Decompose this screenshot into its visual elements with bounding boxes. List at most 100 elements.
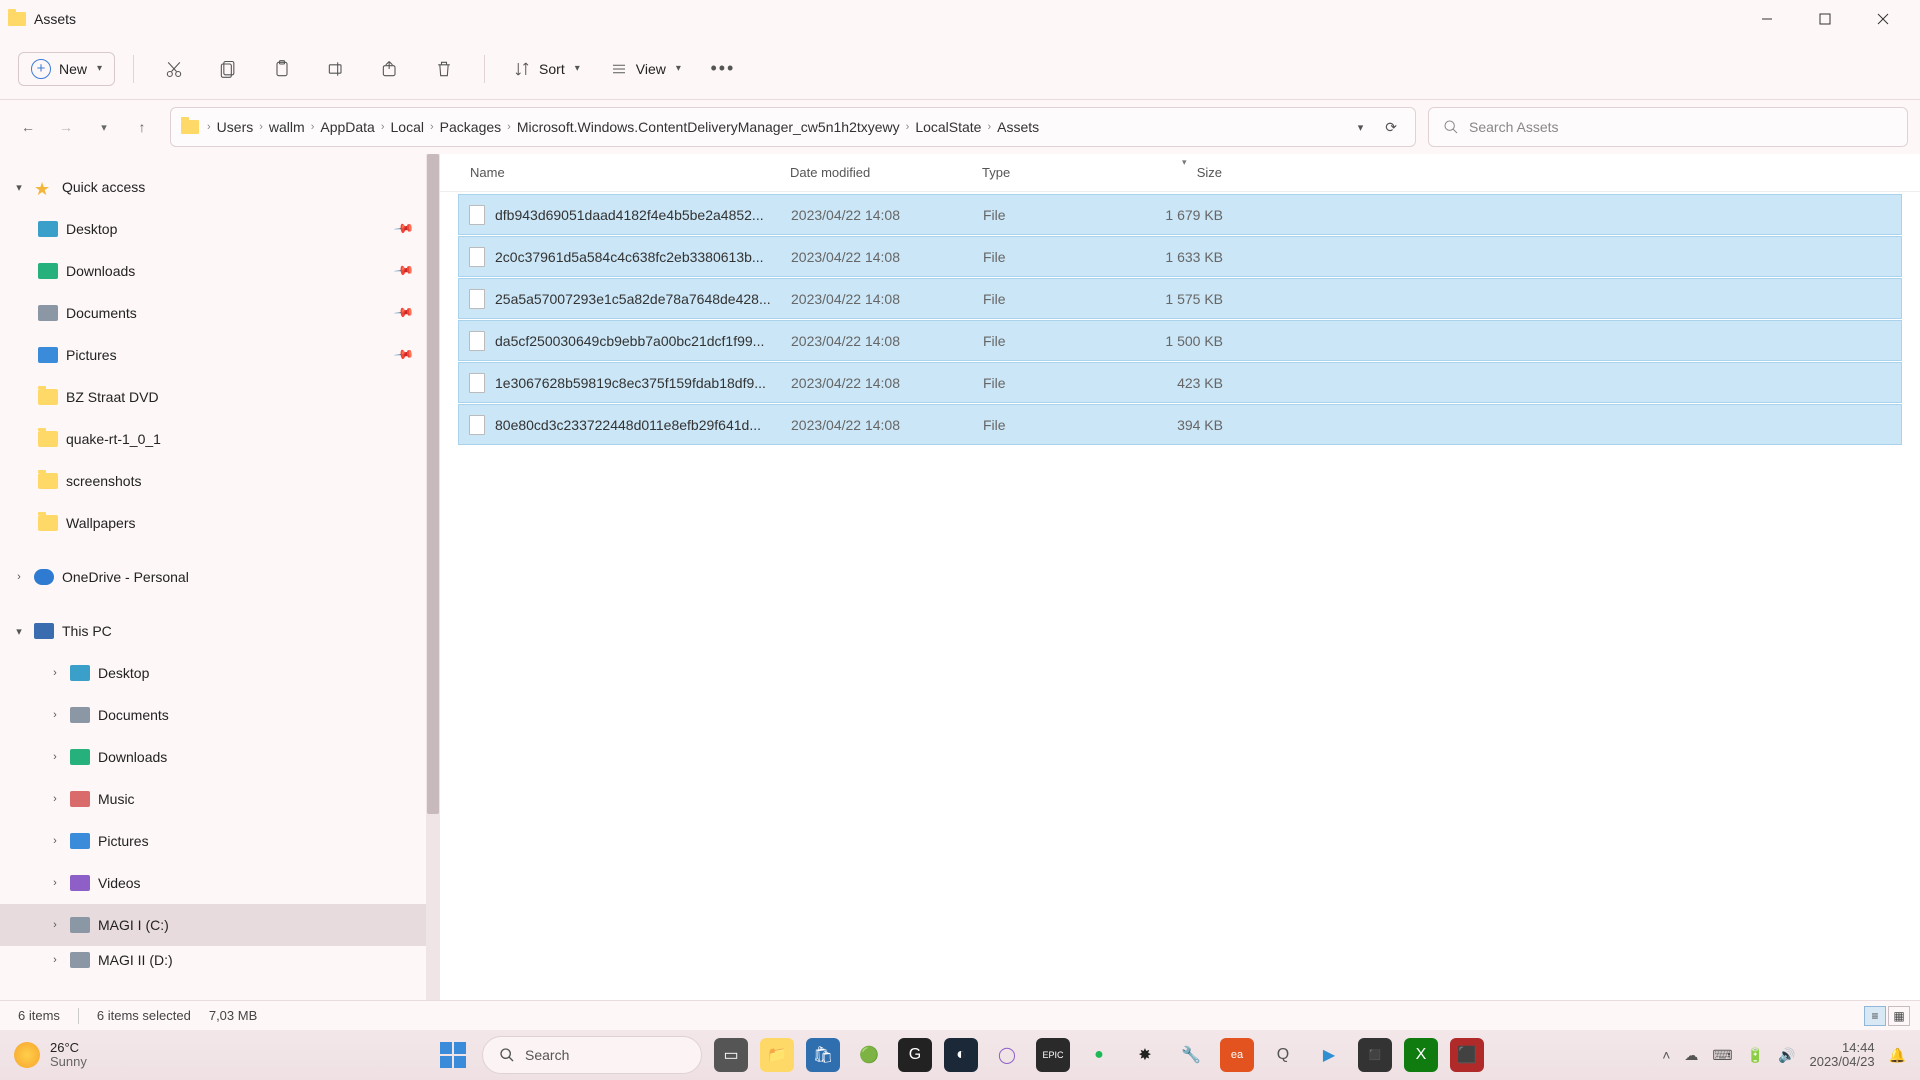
back-button[interactable]: ← — [18, 119, 38, 135]
history-button[interactable]: ▾ — [94, 121, 114, 134]
sidebar-item-folder[interactable]: quake-rt-1_0_1 — [0, 418, 440, 460]
file-row[interactable]: 2c0c37961d5a584c4c638fc2eb3380613b...202… — [458, 236, 1902, 277]
app-button[interactable]: ✸ — [1128, 1038, 1162, 1072]
chrome-button[interactable]: 🟢 — [852, 1038, 886, 1072]
sidebar-item-pictures[interactable]: Pictures📌 — [0, 334, 440, 376]
spotify-button[interactable]: ● — [1082, 1038, 1116, 1072]
chevron-right-icon[interactable]: › — [48, 709, 62, 721]
start-button[interactable] — [436, 1038, 470, 1072]
chevron-right-icon[interactable]: › — [48, 793, 62, 805]
app-button[interactable]: Q — [1266, 1038, 1300, 1072]
ms-store-button[interactable]: 🛍 — [806, 1038, 840, 1072]
sidebar-onedrive[interactable]: › OneDrive - Personal — [0, 556, 440, 598]
taskbar-search[interactable]: Search — [482, 1036, 702, 1074]
search-box[interactable]: Search Assets — [1428, 107, 1908, 147]
col-size[interactable]: ▾Size — [1132, 165, 1232, 180]
sidebar-pc-desktop[interactable]: ›Desktop — [0, 652, 440, 694]
file-row[interactable]: 80e80cd3c233722448d011e8efb29f641d...202… — [458, 404, 1902, 445]
sidebar-item-folder[interactable]: BZ Straat DVD — [0, 376, 440, 418]
cut-button[interactable] — [152, 49, 196, 89]
breadcrumb[interactable]: Assets — [997, 119, 1039, 135]
minimize-button[interactable] — [1738, 0, 1796, 38]
view-button[interactable]: View ▾ — [600, 54, 691, 84]
breadcrumb[interactable]: Packages — [440, 119, 501, 135]
sidebar-pc-documents[interactable]: ›Documents — [0, 694, 440, 736]
file-row[interactable]: dfb943d69051daad4182f4e4b5be2a4852...202… — [458, 194, 1902, 235]
chevron-right-icon[interactable]: › — [48, 919, 62, 931]
share-button[interactable] — [368, 49, 412, 89]
sidebar-pc-drive-c[interactable]: ›MAGI I (C:) — [0, 904, 440, 946]
details-view-button[interactable]: ≡ — [1864, 1006, 1886, 1026]
sidebar-item-folder[interactable]: screenshots — [0, 460, 440, 502]
chevron-right-icon[interactable]: › — [12, 571, 26, 583]
thumbnails-view-button[interactable]: ▦ — [1888, 1006, 1910, 1026]
app-button[interactable]: ▶ — [1312, 1038, 1346, 1072]
onedrive-tray-icon[interactable]: ☁ — [1684, 1047, 1698, 1064]
chevron-down-icon[interactable]: ▾ — [12, 181, 26, 194]
task-view-button[interactable]: ▭ — [714, 1038, 748, 1072]
file-row[interactable]: da5cf250030649cb9ebb7a00bc21dcf1f99...20… — [458, 320, 1902, 361]
epic-button[interactable]: EPIC — [1036, 1038, 1070, 1072]
app-button[interactable]: ⬛ — [1358, 1038, 1392, 1072]
up-button[interactable]: ↑ — [132, 119, 152, 135]
app-button[interactable]: ⬛ — [1450, 1038, 1484, 1072]
forward-button[interactable]: → — [56, 119, 76, 135]
chevron-right-icon[interactable]: › — [48, 751, 62, 763]
breadcrumb[interactable]: LocalState — [915, 119, 981, 135]
ea-button[interactable]: ea — [1220, 1038, 1254, 1072]
breadcrumb[interactable]: Microsoft.Windows.ContentDeliveryManager… — [517, 119, 900, 135]
chevron-right-icon[interactable]: › — [48, 877, 62, 889]
address-dropdown[interactable]: ▾ — [1350, 121, 1372, 134]
address-bar[interactable]: › Users › wallm › AppData › Local › Pack… — [170, 107, 1416, 147]
close-button[interactable] — [1854, 0, 1912, 38]
weather-widget[interactable]: 26°C Sunny — [14, 1041, 87, 1070]
xbox-button[interactable]: X — [1404, 1038, 1438, 1072]
rename-button[interactable] — [314, 49, 358, 89]
new-button[interactable]: + New ▾ — [18, 52, 115, 86]
sidebar-item-documents[interactable]: Documents📌 — [0, 292, 440, 334]
tray-overflow[interactable]: ˄ — [1662, 1047, 1670, 1063]
breadcrumb[interactable]: AppData — [320, 119, 374, 135]
sidebar-item-desktop[interactable]: Desktop📌 — [0, 208, 440, 250]
maximize-button[interactable] — [1796, 0, 1854, 38]
file-explorer-button[interactable]: 📁 — [760, 1038, 794, 1072]
sidebar-item-downloads[interactable]: Downloads📌 — [0, 250, 440, 292]
clock[interactable]: 14:44 2023/04/23 — [1809, 1041, 1874, 1070]
keyboard-tray-icon[interactable]: ⌨ — [1712, 1047, 1732, 1064]
chevron-right-icon[interactable]: › — [48, 835, 62, 847]
scrollbar-thumb[interactable] — [427, 154, 439, 814]
steam-button[interactable]: ◐ — [944, 1038, 978, 1072]
sidebar-item-folder[interactable]: Wallpapers — [0, 502, 440, 544]
col-date[interactable]: Date modified — [780, 165, 972, 180]
sidebar-pc-videos[interactable]: ›Videos — [0, 862, 440, 904]
sidebar-quick-access[interactable]: ▾ ★ Quick access — [0, 166, 440, 208]
col-type[interactable]: Type — [972, 165, 1132, 180]
chevron-down-icon[interactable]: ▾ — [12, 625, 26, 638]
sidebar-pc-downloads[interactable]: ›Downloads — [0, 736, 440, 778]
breadcrumb[interactable]: Local — [391, 119, 424, 135]
notifications-button[interactable]: 🔔 — [1889, 1047, 1906, 1064]
volume-tray-icon[interactable]: 🔊 — [1778, 1047, 1795, 1064]
paste-button[interactable] — [260, 49, 304, 89]
delete-button[interactable] — [422, 49, 466, 89]
file-row[interactable]: 25a5a57007293e1c5a82de78a7648de428...202… — [458, 278, 1902, 319]
chevron-right-icon[interactable]: › — [48, 667, 62, 679]
app-button[interactable]: 🔧 — [1174, 1038, 1208, 1072]
sidebar-pc-music[interactable]: ›Music — [0, 778, 440, 820]
file-row[interactable]: 1e3067628b59819c8ec375f159fdab18df9...20… — [458, 362, 1902, 403]
breadcrumb[interactable]: wallm — [269, 119, 305, 135]
app-button[interactable]: G — [898, 1038, 932, 1072]
chevron-right-icon[interactable]: › — [48, 954, 62, 966]
sidebar-pc-drive-d[interactable]: ›MAGI II (D:) — [0, 946, 440, 974]
app-button[interactable]: ◯ — [990, 1038, 1024, 1072]
sidebar-scrollbar[interactable] — [426, 154, 440, 1000]
battery-tray-icon[interactable]: 🔋 — [1747, 1047, 1764, 1064]
sidebar-pc-pictures[interactable]: ›Pictures — [0, 820, 440, 862]
sort-button[interactable]: Sort ▾ — [503, 54, 590, 84]
more-button[interactable]: ••• — [701, 49, 745, 89]
sidebar-this-pc[interactable]: ▾ This PC — [0, 610, 440, 652]
breadcrumb[interactable]: Users — [217, 119, 254, 135]
copy-button[interactable] — [206, 49, 250, 89]
refresh-button[interactable]: ⟳ — [1377, 119, 1405, 136]
col-name[interactable]: Name — [440, 165, 780, 180]
